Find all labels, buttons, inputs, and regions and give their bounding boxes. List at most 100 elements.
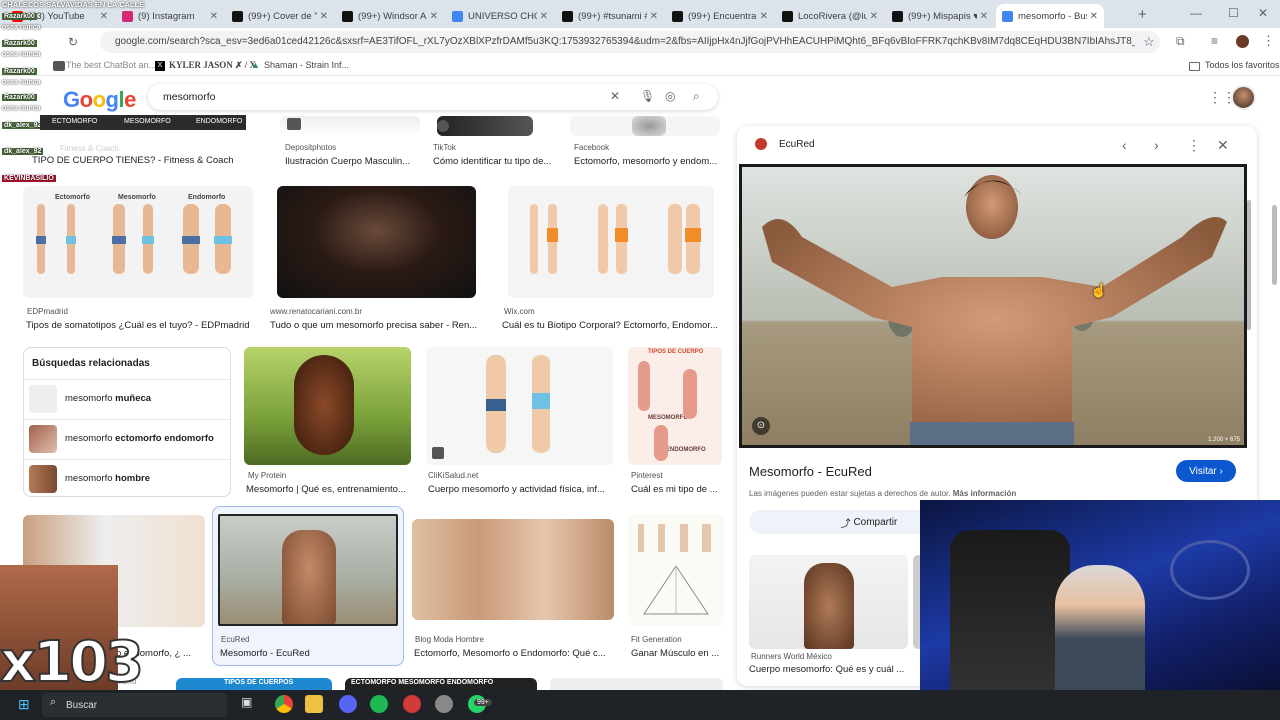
man-figure [282,530,336,624]
result-title[interactable]: Mesomorfo - EcuRed [220,648,400,659]
all-bookmarks[interactable]: Todos los favoritos [1205,60,1280,70]
result-image[interactable] [244,347,411,465]
bookmark-item[interactable]: Shaman - Strain Inf... [264,60,349,70]
tab-close-icon[interactable]: ✕ [317,11,328,22]
minimize-icon[interactable]: — [1190,6,1202,20]
bookmark-item[interactable]: KYLER JASON ✗ / X [169,60,256,71]
result-title[interactable]: Cuál es mi tipo de ... [631,484,722,495]
search-box[interactable] [148,84,718,110]
lens-search-icon[interactable]: ⊙ [752,417,770,435]
filter-chip[interactable]: MESOMORFO [124,118,171,125]
spotify-icon[interactable] [370,695,388,713]
filter-chip[interactable]: ENDOMORFO [196,118,242,125]
star-icon[interactable]: ☆ [1143,34,1155,50]
close-panel-icon[interactable]: ✕ [1217,137,1229,154]
tab-close-icon[interactable]: ✕ [207,11,218,22]
page-scrollbar[interactable] [1272,205,1277,285]
related-searches-heading: Búsquedas relacionadas [32,358,150,369]
browser-tab[interactable]: (99+) Mispapis ♥ ✕ [886,4,994,28]
visit-label: Visitar [1189,465,1217,477]
new-tab-button[interactable]: + [1138,6,1147,23]
result-title[interactable]: Cuerpo mesomorfo y actividad física, inf… [428,484,613,495]
task-view-icon[interactable]: ▣ [241,695,252,709]
more-options-icon[interactable]: ⋮ [1187,137,1201,154]
result-image[interactable] [412,519,614,620]
filter-chip[interactable]: ECTOMORFO [52,118,97,125]
panel-scrollbar[interactable] [1247,200,1251,330]
browser-tab[interactable]: (99+) Cover de "V ✕ [226,4,334,28]
result-title[interactable]: Cómo identificar tu tipo de... [433,156,558,167]
lens-icon[interactable]: ◎ [665,89,675,103]
result-title[interactable]: Ectomorfo, Mesomorfo o Endomorfo: Qué c.… [414,648,614,659]
search-input[interactable]: mesomorfo [163,91,216,103]
result-title[interactable]: Mesomorfo | Qué es, entrenamiento... [246,484,411,495]
panel-title[interactable]: Mesomorfo - EcuRed [749,464,872,479]
media-icon[interactable]: ≡ [1211,34,1218,48]
browser-tab[interactable]: (99+) #tsunami # ✕ [556,4,664,28]
webcam-overlay [920,500,1280,700]
result-title[interactable]: Ilustración Cuerpo Masculin... [285,156,415,167]
next-icon[interactable]: › [1154,137,1159,153]
browser-tab[interactable]: (99+) Windsor An ✕ [336,4,444,28]
tab-close-icon[interactable]: ✕ [537,11,548,22]
result-image-selected[interactable] [218,514,398,626]
url-text: google.com/search?sca_esv=3ed6a01ced4212… [115,36,1135,47]
result-image[interactable] [628,514,724,626]
tab-close-icon[interactable]: ✕ [427,11,438,22]
result-title[interactable]: Ganar Músculo en ... [631,648,723,659]
tab-close-icon[interactable]: ✕ [757,11,768,22]
close-window-icon[interactable]: ✕ [1258,6,1268,20]
related-search-item[interactable]: mesomorfo hombre [24,459,230,497]
result-image[interactable]: ECTOMORFO MESOMORFO ENDOMORFO [345,678,537,690]
result-source: Fit Generation [631,635,682,644]
windows-start-icon[interactable]: ⊞ [18,696,30,713]
discord-icon[interactable] [339,695,357,713]
browser-tab[interactable]: mesomorfo - Bus ✕ [996,4,1104,28]
browser-tab[interactable]: (99+) Encuentra ✕ [666,4,774,28]
prev-icon[interactable]: ‹ [1122,137,1127,153]
maximize-icon[interactable]: ☐ [1228,6,1239,20]
result-image[interactable]: Ectomorfo Mesomorfo Endomorfo [23,186,253,298]
clear-search-icon[interactable]: ✕ [610,89,620,103]
browser-tab[interactable]: UNIVERSO CHOW✕ [446,4,554,28]
result-image[interactable] [437,116,533,136]
chrome-icon[interactable] [275,695,293,713]
result-title[interactable]: Tudo o que um mesomorfo precisa saber - … [270,320,480,331]
search-icon[interactable]: ⌕ [693,89,700,104]
profile-avatar[interactable] [1236,35,1249,48]
result-image[interactable] [508,186,714,298]
mic-icon[interactable]: 🎙 [640,89,655,103]
taskbar-search[interactable]: Buscar [42,693,227,717]
video-icon [287,118,301,130]
tab-close-icon[interactable]: ✕ [867,11,878,22]
account-avatar[interactable] [1231,85,1256,110]
file-explorer-icon[interactable] [305,695,323,713]
extensions-icon[interactable]: ⧉ [1176,34,1185,49]
app-icon[interactable] [435,695,453,713]
tab-close-icon[interactable]: ✕ [647,11,658,22]
panel-site-name[interactable]: EcuRed [779,139,815,150]
menu-icon[interactable]: ⋮ [1262,33,1275,49]
result-title[interactable]: Cuál es tu Biotipo Corporal? Ectomorfo, … [502,320,722,331]
chat-message: osea nunca [2,79,41,86]
more-info-link[interactable]: Más información [953,489,1017,498]
result-image[interactable]: TIPOS DE CUERPO MESOMORFO ENDOMORFO [628,347,722,465]
result-image[interactable]: TIPOS DE CUERPOS [176,678,332,690]
obs-icon[interactable] [403,695,421,713]
related-search-item[interactable]: mesomorfo ectomorfo endomorfo [24,419,230,457]
browser-tab[interactable]: LocoRivera (@lui ✕ [776,4,884,28]
visit-button[interactable]: Visitar › [1176,460,1236,482]
result-image[interactable] [550,678,723,690]
result-title[interactable]: Tipos de somatotipos ¿Cuál es el tuyo? -… [26,320,256,331]
related-title[interactable]: Cuerpo mesomorfo: Qué es y cuál ... [749,664,909,675]
result-source: Depositphotos [285,143,337,152]
related-image[interactable] [749,555,908,649]
related-search-item[interactable]: mesomorfo muñeca [24,379,230,417]
preview-image[interactable]: ⊙ 1.200 × 675 [739,164,1247,448]
result-image[interactable] [426,347,613,465]
result-title[interactable]: Ectomorfo, mesomorfo y endom... [574,156,722,167]
result-image[interactable] [277,186,476,298]
tab-close-icon[interactable]: ✕ [1087,11,1098,22]
result-image[interactable] [280,116,420,136]
tab-close-icon[interactable]: ✕ [977,11,988,22]
